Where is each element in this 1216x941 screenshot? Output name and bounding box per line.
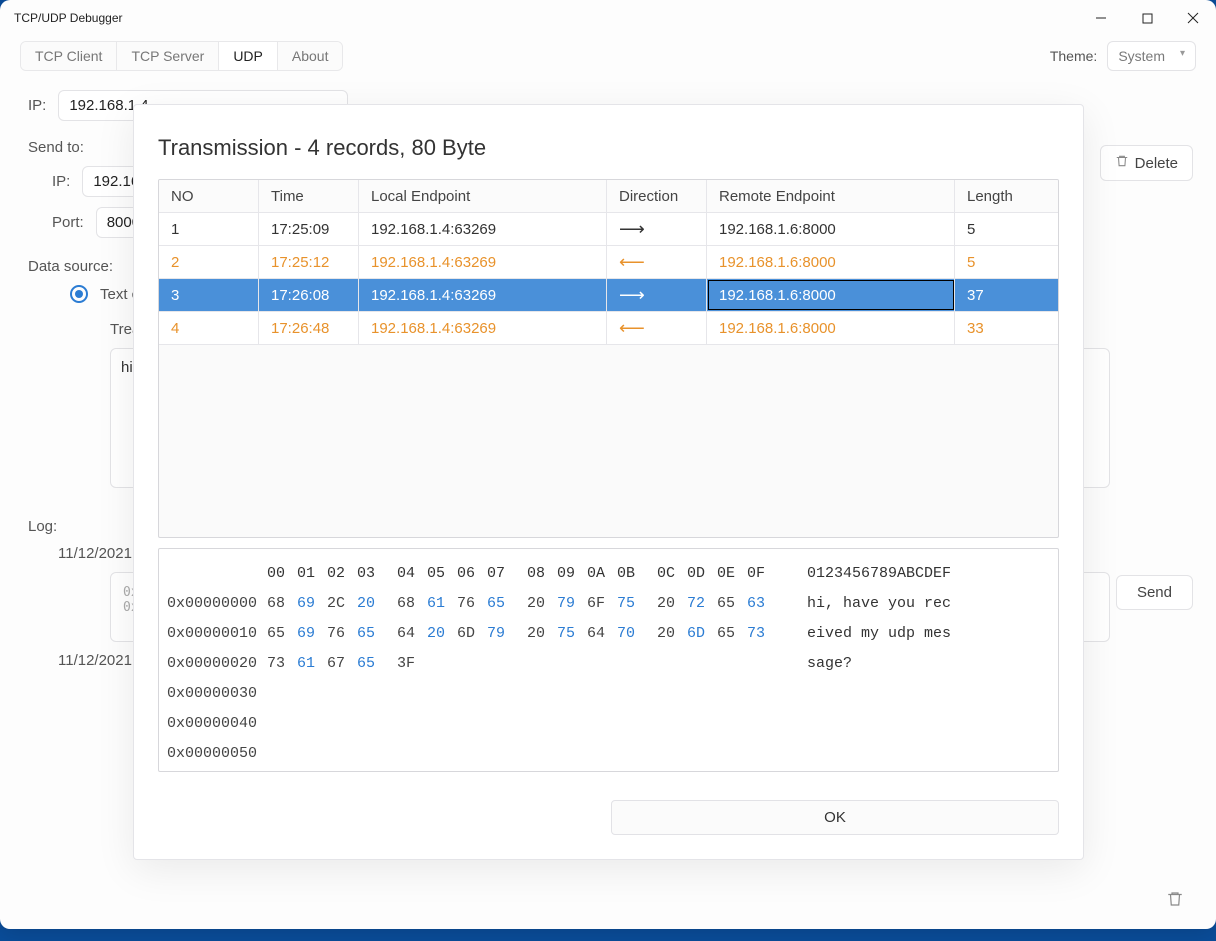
col-direction: Direction: [607, 180, 707, 212]
ip-label: IP:: [28, 97, 46, 114]
col-length: Length: [955, 180, 1058, 212]
log-trash-icon[interactable]: [1166, 890, 1184, 913]
log-label: Log:: [28, 518, 57, 535]
col-time: Time: [259, 180, 359, 212]
trash-icon: [1115, 154, 1129, 172]
cell: 192.168.1.6:8000: [707, 213, 955, 245]
cell: [607, 246, 707, 278]
minimize-button[interactable]: [1078, 0, 1124, 36]
col-remote: Remote Endpoint: [707, 180, 955, 212]
theme-select[interactable]: System: [1107, 41, 1196, 71]
cell: 5: [955, 246, 1058, 278]
arrow-right-icon: [619, 285, 645, 306]
ok-button[interactable]: OK: [611, 800, 1059, 835]
cell: 17:25:12: [259, 246, 359, 278]
maximize-button[interactable]: [1124, 0, 1170, 36]
theme-label: Theme:: [1050, 48, 1097, 64]
cell: 17:25:09: [259, 213, 359, 245]
cell: 192.168.1.4:63269: [359, 312, 607, 344]
cell: 192.168.1.6:8000: [707, 312, 955, 344]
delete-label: Delete: [1135, 155, 1178, 172]
cell: 37: [955, 279, 1058, 311]
cell: 17:26:08: [259, 279, 359, 311]
arrow-left-icon: [619, 252, 645, 273]
col-local: Local Endpoint: [359, 180, 607, 212]
dialog-title: Transmission - 4 records, 80 Byte: [158, 135, 1059, 161]
window-title: TCP/UDP Debugger: [14, 11, 123, 25]
hex-viewer[interactable]: 000102030405060708090A0B0C0D0E0F01234567…: [158, 548, 1059, 772]
table-row[interactable]: 317:26:08192.168.1.4:63269 192.168.1.6:80…: [159, 279, 1058, 312]
cell: [607, 279, 707, 311]
titlebar: TCP/UDP Debugger: [0, 0, 1216, 36]
window-controls: [1078, 0, 1216, 36]
close-button[interactable]: [1170, 0, 1216, 36]
cell: 5: [955, 213, 1058, 245]
sendto-label: Send to:: [28, 139, 84, 156]
table-row[interactable]: 217:25:12192.168.1.4:63269 192.168.1.6:80…: [159, 246, 1058, 279]
cell: 2: [159, 246, 259, 278]
cell: 3: [159, 279, 259, 311]
cell: 192.168.1.4:63269: [359, 279, 607, 311]
cell: 33: [955, 312, 1058, 344]
delete-button[interactable]: Delete: [1100, 145, 1193, 181]
cell: 1: [159, 213, 259, 245]
theme-row: Theme: System: [1050, 41, 1196, 71]
col-no: NO: [159, 180, 259, 212]
tab-tcp-client[interactable]: TCP Client: [21, 42, 117, 70]
arrow-right-icon: [619, 219, 645, 240]
log-date-2: 11/12/2021: [58, 652, 132, 669]
tab-udp[interactable]: UDP: [219, 42, 278, 70]
table-row[interactable]: 117:25:09192.168.1.4:63269 192.168.1.6:80…: [159, 213, 1058, 246]
cell: 192.168.1.6:8000: [707, 246, 955, 278]
transmission-table[interactable]: NO Time Local Endpoint Direction Remote …: [158, 179, 1059, 538]
cell: 192.168.1.4:63269: [359, 246, 607, 278]
cell: 17:26:48: [259, 312, 359, 344]
send-button[interactable]: Send: [1116, 575, 1193, 610]
log-date-1: 11/12/2021: [58, 545, 132, 562]
cell: 192.168.1.6:8000: [707, 279, 955, 311]
data-source-label: Data source:: [28, 258, 113, 275]
arrow-left-icon: [619, 318, 645, 339]
tabs: TCP Client TCP Server UDP About: [20, 41, 343, 71]
top-row: TCP Client TCP Server UDP About Theme: S…: [0, 36, 1216, 76]
tab-tcp-server[interactable]: TCP Server: [117, 42, 219, 70]
port-label: Port:: [52, 214, 84, 231]
table-row[interactable]: 417:26:48192.168.1.4:63269 192.168.1.6:80…: [159, 312, 1058, 345]
cell: 192.168.1.4:63269: [359, 213, 607, 245]
cell: [607, 312, 707, 344]
transmission-dialog: Transmission - 4 records, 80 Byte NO Tim…: [133, 104, 1084, 860]
sendto-ip-label: IP:: [52, 173, 70, 190]
text-content-radio[interactable]: [70, 285, 88, 303]
tab-about[interactable]: About: [278, 42, 343, 70]
main-window: TCP/UDP Debugger TCP Client TCP Server U…: [0, 0, 1216, 929]
cell: [607, 213, 707, 245]
cell: 4: [159, 312, 259, 344]
table-header: NO Time Local Endpoint Direction Remote …: [159, 180, 1058, 213]
